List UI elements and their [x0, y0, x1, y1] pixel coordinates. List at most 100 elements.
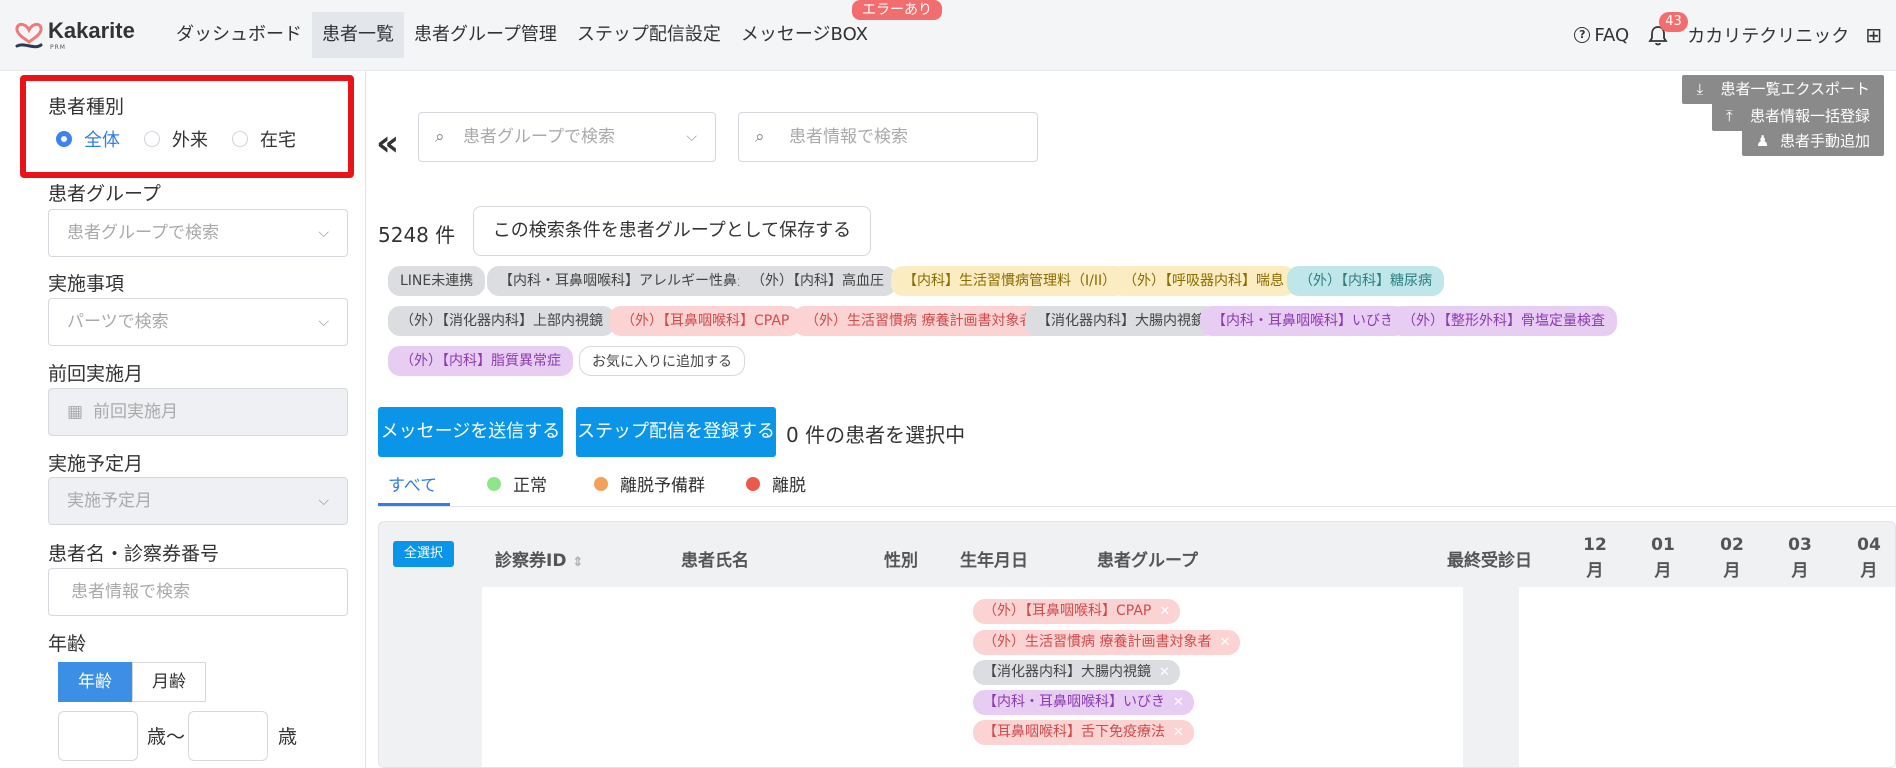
tab-label: 離脱予備群	[620, 476, 705, 496]
selected-count: 0 件の患者を選択中	[786, 423, 966, 447]
age-toggle-years[interactable]: 年齢	[58, 662, 132, 702]
row-group-tag[interactable]: （外）【耳鼻咽喉科】CPAP ✕	[973, 599, 1181, 624]
col-month: 03 月	[1780, 532, 1820, 584]
save-condition-button[interactable]: この検索条件を患者グループとして保存する	[473, 206, 871, 256]
month-suffix: 月	[1586, 561, 1604, 581]
chevron-down-icon: ⌵	[318, 314, 329, 330]
row-group-tag[interactable]: 【消化器内科】大腸内視鏡 ✕	[973, 660, 1180, 685]
tag-label: （外）生活習慣病 療養計画書対象者	[983, 634, 1212, 650]
heart-logo-icon	[15, 22, 43, 49]
tag-chip[interactable]: （外）生活習慣病 療養計画書対象者	[793, 306, 1046, 336]
register-step-button[interactable]: ステップ配信を登録する	[576, 407, 776, 457]
search-icon: ⌕	[435, 127, 445, 147]
nav-patient-group[interactable]: 患者グループ管理	[404, 12, 567, 58]
col-month: 04 月	[1849, 532, 1889, 584]
tag-chip[interactable]: 【内科・耳鼻咽喉科】いびき	[1200, 306, 1406, 336]
month-num: 12	[1583, 535, 1607, 555]
tag-chip[interactable]: （外）【呼吸器内科】喘息	[1111, 266, 1296, 296]
month-num: 01	[1651, 535, 1675, 555]
faq-label: FAQ	[1594, 24, 1630, 46]
age-from-unit: 歳〜	[147, 726, 186, 748]
select-placeholder: 実施予定月	[67, 491, 152, 511]
close-icon[interactable]: ✕	[1219, 635, 1230, 650]
clinic-name[interactable]: カカリテクリニック	[1687, 22, 1849, 48]
add-favorite-button[interactable]: お気に入りに追加する	[579, 346, 745, 376]
status-dot-icon	[594, 476, 608, 491]
faq-link[interactable]: ? FAQ	[1574, 25, 1629, 46]
tag-chip[interactable]: 【内科・耳鼻咽喉科】アレルギー性鼻炎	[487, 266, 763, 296]
col-name: 患者氏名	[681, 551, 749, 571]
col-month: 02 月	[1712, 532, 1752, 584]
nav-step-delivery[interactable]: ステップ配信設定	[567, 12, 731, 58]
tag-chip[interactable]: （外）【内科】高血圧	[739, 266, 896, 296]
col-month: 01 月	[1643, 532, 1683, 584]
age-toggle-months[interactable]: 月齢	[132, 662, 206, 702]
row-group-tag[interactable]: （外）生活習慣病 療養計画書対象者 ✕	[973, 630, 1241, 655]
month-num: 04	[1857, 535, 1881, 555]
tab-all[interactable]: すべて	[388, 471, 437, 496]
notification-button[interactable]: 43	[1647, 12, 1688, 46]
manual-add-button[interactable]: ♟ 患者手動追加	[1741, 127, 1884, 156]
collapse-sidebar-icon[interactable]: «	[376, 123, 399, 164]
group-search-select[interactable]: ⌕ 患者グループで検索 ⌵	[418, 112, 716, 162]
table-row[interactable]: （外）【耳鼻咽喉科】CPAP ✕ （外）生活習慣病 療養計画書対象者 ✕ 【消化器内…	[379, 587, 1895, 767]
tab-churned[interactable]: 離脱	[746, 471, 806, 496]
send-message-button[interactable]: メッセージを送信する	[378, 407, 563, 457]
header-label: 診察券ID	[495, 551, 567, 571]
logo-name: Kakarite	[48, 18, 135, 43]
nav-dashboard[interactable]: ダッシュボード	[166, 12, 312, 58]
tab-label: 正常	[513, 476, 547, 496]
export-button[interactable]: ⤓ 患者一覧エクスポート	[1682, 75, 1884, 104]
status-dot-icon	[746, 476, 760, 491]
close-icon[interactable]: ✕	[1159, 665, 1170, 680]
item-select[interactable]: パーツで検索 ⌵	[48, 298, 348, 346]
tag-chip[interactable]: （外）【内科】脂質異常症	[388, 346, 573, 376]
select-all-button[interactable]: 全選択	[393, 541, 455, 567]
tab-label: 離脱	[772, 476, 806, 496]
close-icon[interactable]: ✕	[1173, 695, 1184, 710]
col-card-id[interactable]: 診察券ID ⇕	[495, 546, 583, 571]
month-cell	[1463, 587, 1519, 767]
question-icon: ?	[1574, 27, 1591, 43]
patient-table: 全選択 診察券ID ⇕ 患者氏名 性別 生年月日 患者グループ 最終受診日 12…	[378, 521, 1896, 768]
row-group-tag[interactable]: 【耳鼻咽喉科】舌下免疫療法 ✕	[973, 720, 1194, 745]
info-search-input[interactable]: ⌕ 患者情報で検索	[738, 112, 1038, 162]
row-group-tag[interactable]: 【内科・耳鼻咽喉科】いびき ✕	[973, 690, 1194, 715]
nav-patient-list[interactable]: 患者一覧	[312, 12, 404, 58]
tab-normal[interactable]: 正常	[487, 471, 547, 496]
patient-group-label: 患者グループ	[48, 183, 161, 205]
tag-label: 【消化器内科】大腸内視鏡	[983, 664, 1151, 680]
sort-icon: ⇕	[572, 555, 584, 570]
tag-chip[interactable]: LINE未連携	[388, 266, 486, 296]
chevron-down-icon: ⌵	[318, 225, 329, 241]
tag-label: 【内科・耳鼻咽喉科】いびき	[983, 694, 1165, 710]
tab-at-risk[interactable]: 離脱予備群	[594, 471, 705, 496]
apps-grid-icon[interactable]: ⊞	[1865, 23, 1882, 47]
error-badge: エラーあり	[852, 0, 942, 20]
row-checkbox-cell	[379, 587, 482, 767]
tag-chip[interactable]: 【消化器内科】大腸内視鏡	[1025, 306, 1217, 336]
button-label: 患者手動追加	[1779, 132, 1870, 150]
month-num: 03	[1788, 535, 1812, 555]
tag-chip[interactable]: （外）【耳鼻咽喉科】CPAP	[609, 306, 802, 336]
tag-chip[interactable]: 【内科】生活習慣病管理料（I/II）	[891, 266, 1129, 296]
month-suffix: 月	[1654, 561, 1672, 581]
close-icon[interactable]: ✕	[1173, 725, 1184, 740]
last-month-picker[interactable]: ▦ 前回実施月	[48, 388, 348, 436]
age-label: 年齢	[48, 633, 87, 655]
highlight-box	[20, 75, 354, 178]
last-month-label: 前回実施月	[48, 363, 144, 385]
tag-chip[interactable]: （外）【内科】糖尿病	[1287, 266, 1444, 296]
close-icon[interactable]: ✕	[1159, 604, 1170, 619]
age-from-input[interactable]	[58, 711, 138, 761]
button-label: 患者情報一括登録	[1749, 107, 1870, 125]
name-search-input[interactable]: 患者情報で検索	[48, 568, 348, 616]
calendar-icon: ▦	[67, 402, 84, 422]
tag-chip[interactable]: （外）【整形外科】骨塩定量検査	[1390, 306, 1617, 336]
planned-month-select[interactable]: 実施予定月 ⌵	[48, 477, 348, 525]
tag-chip[interactable]: （外）【消化器内科】上部内視鏡	[388, 306, 615, 336]
name-label: 患者名・診察券番号	[48, 543, 220, 565]
logo[interactable]: Kakarite PRM	[14, 18, 135, 52]
patient-group-select[interactable]: 患者グループで検索 ⌵	[48, 209, 348, 257]
age-to-input[interactable]	[188, 711, 268, 761]
